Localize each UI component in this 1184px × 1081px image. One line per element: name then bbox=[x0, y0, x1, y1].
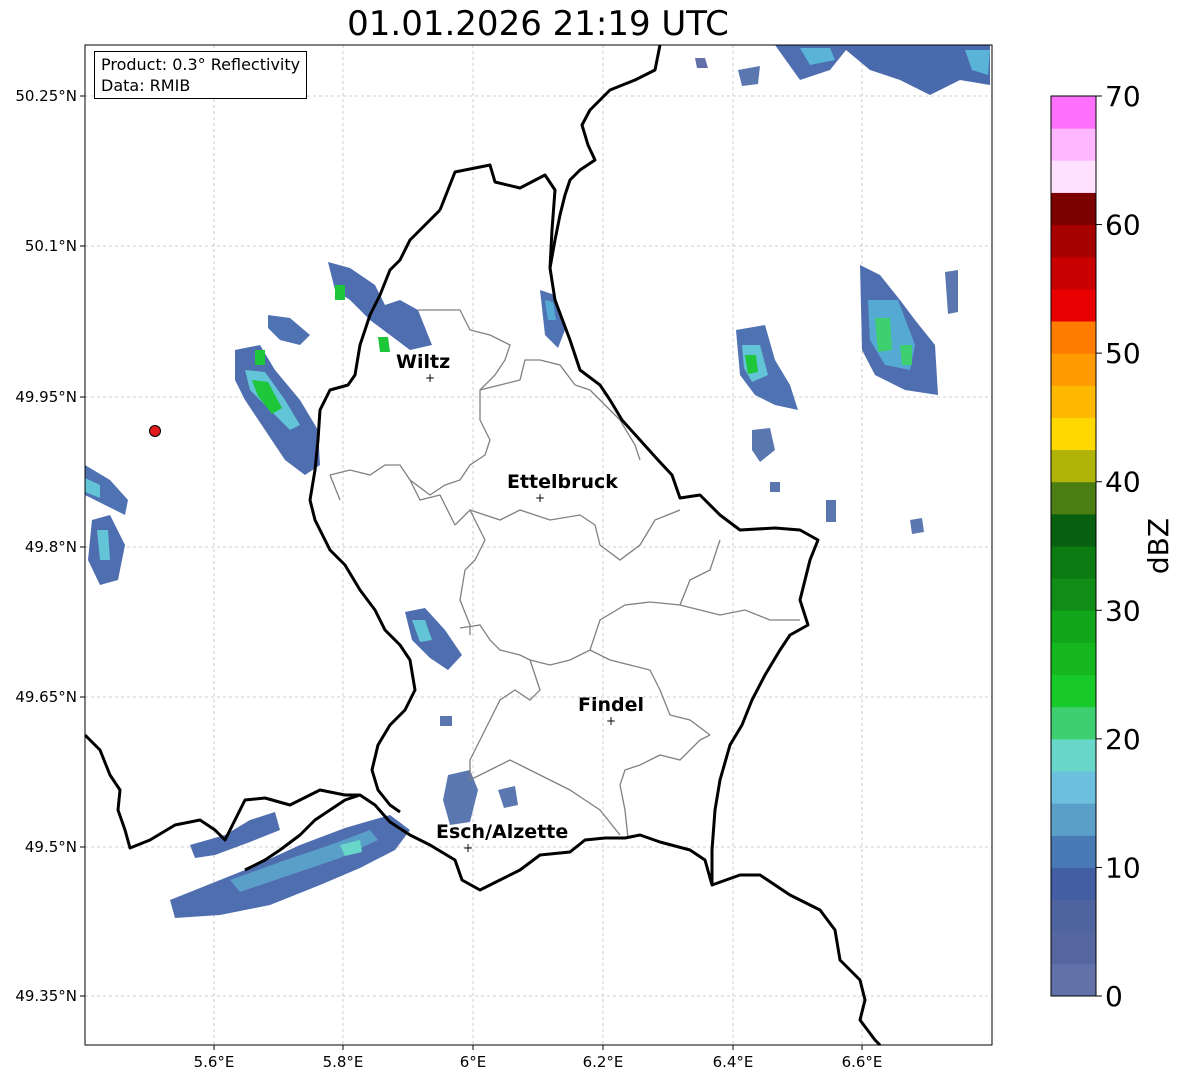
colorbar-tick-label: 50 bbox=[1105, 337, 1141, 370]
colorbar-tick-label: 40 bbox=[1105, 466, 1141, 499]
colorbar-swatch bbox=[1051, 899, 1096, 933]
colorbar-swatch bbox=[1051, 674, 1096, 708]
lat-tick-label: 49.8°N bbox=[25, 538, 77, 556]
colorbar-swatch bbox=[1051, 642, 1096, 676]
colorbar-swatch bbox=[1051, 160, 1096, 193]
colorbar-tick-label: 30 bbox=[1105, 594, 1141, 627]
colorbar-swatch bbox=[1051, 803, 1096, 836]
colorbar-swatch bbox=[1051, 513, 1096, 547]
echo-cell bbox=[826, 500, 836, 522]
colorbar-tick-label: 70 bbox=[1105, 80, 1141, 113]
city-label: Wiltz bbox=[396, 351, 450, 373]
colorbar: 0 10 20 30 40 50 60 70 dBZ bbox=[1050, 80, 1175, 1013]
city-marker-icon: + bbox=[606, 714, 616, 728]
colorbar-tick-label: 60 bbox=[1105, 209, 1141, 242]
echo-cell bbox=[900, 345, 912, 365]
colorbar-tick-label: 0 bbox=[1105, 980, 1123, 1013]
colorbar-swatch bbox=[1051, 128, 1096, 161]
colorbar-swatch bbox=[1051, 288, 1096, 322]
colorbar-swatch bbox=[1051, 867, 1096, 901]
city-label: Ettelbruck bbox=[507, 471, 618, 493]
colorbar-swatch bbox=[1051, 931, 1096, 965]
echo-cell bbox=[910, 518, 924, 534]
colorbar-label: dBZ bbox=[1142, 518, 1175, 574]
lat-tick-label: 50.1°N bbox=[25, 237, 77, 255]
city-marker-icon: + bbox=[425, 371, 435, 385]
colorbar-swatch bbox=[1051, 578, 1096, 611]
colorbar-swatch bbox=[1051, 546, 1096, 579]
radar-site-marker bbox=[149, 425, 161, 437]
echo-cell bbox=[255, 350, 265, 365]
colorbar-swatch bbox=[1051, 385, 1096, 418]
lat-tick-label: 49.5°N bbox=[25, 838, 77, 856]
lat-tick-label: 49.65°N bbox=[15, 688, 77, 706]
colorbar-swatch bbox=[1051, 224, 1096, 258]
colorbar-swatch bbox=[1051, 256, 1096, 290]
city-label: Esch/Alzette bbox=[436, 821, 568, 843]
info-data-source: Data: RMIB bbox=[101, 76, 191, 95]
colorbar-swatch bbox=[1051, 738, 1096, 772]
echo-cell bbox=[440, 716, 452, 726]
info-box: Product: 0.3° Reflectivity Data: RMIB bbox=[94, 51, 308, 99]
colorbar-swatch bbox=[1051, 96, 1096, 129]
colorbar-tick-label: 20 bbox=[1105, 723, 1141, 756]
colorbar-swatch bbox=[1051, 963, 1096, 997]
city-marker-icon: + bbox=[535, 491, 545, 505]
lon-tick-label: 5.6°E bbox=[194, 1053, 235, 1071]
colorbar-swatch bbox=[1051, 449, 1096, 483]
colorbar-swatch bbox=[1051, 706, 1096, 740]
colorbar-swatch bbox=[1051, 417, 1096, 451]
colorbar-ticks: 0 10 20 30 40 50 60 70 bbox=[1096, 80, 1141, 1013]
city-label: Findel bbox=[578, 694, 644, 716]
lon-tick-label: 6.2°E bbox=[583, 1053, 624, 1071]
colorbar-swatch bbox=[1051, 192, 1096, 226]
colorbar-swatch bbox=[1051, 610, 1096, 643]
radar-map: 50.25°N 50.1°N 49.95°N 49.8°N 49.65°N 49… bbox=[15, 44, 1175, 1071]
colorbar-swatch bbox=[1051, 771, 1096, 804]
lat-tick-labels: 50.25°N 50.1°N 49.95°N 49.8°N 49.65°N 49… bbox=[15, 87, 77, 1005]
colorbar-swatch bbox=[1051, 835, 1096, 868]
colorbar-swatches bbox=[1051, 96, 1096, 997]
colorbar-swatch bbox=[1051, 353, 1096, 386]
lat-tick-label: 49.35°N bbox=[15, 987, 77, 1005]
lon-tick-label: 6.6°E bbox=[842, 1053, 883, 1071]
city-marker-icon: + bbox=[463, 841, 473, 855]
lon-tick-label: 6°E bbox=[460, 1053, 487, 1071]
echo-cell bbox=[335, 285, 345, 300]
lon-tick-label: 5.8°E bbox=[323, 1053, 364, 1071]
lon-tick-label: 6.4°E bbox=[713, 1053, 754, 1071]
echo-cell bbox=[770, 482, 780, 492]
colorbar-swatch bbox=[1051, 321, 1096, 354]
colorbar-tick-label: 10 bbox=[1105, 851, 1141, 884]
info-product: Product: 0.3° Reflectivity bbox=[101, 55, 301, 74]
echo-cell bbox=[378, 337, 390, 352]
lon-tick-labels: 5.6°E 5.8°E 6°E 6.2°E 6.4°E 6.6°E bbox=[194, 1053, 883, 1071]
lat-tick-label: 50.25°N bbox=[15, 87, 77, 105]
lat-tick-label: 49.95°N bbox=[15, 388, 77, 406]
colorbar-swatch bbox=[1051, 481, 1096, 515]
